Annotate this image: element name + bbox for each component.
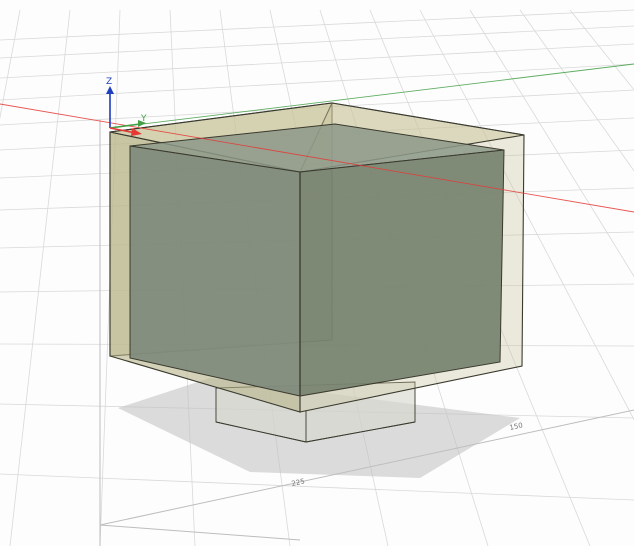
z-axis-label: Z bbox=[106, 77, 112, 87]
y-axis-label: Y bbox=[140, 114, 147, 124]
ruler-label-right: 150 bbox=[509, 421, 524, 432]
axis-triad: Z Y bbox=[106, 77, 147, 136]
3d-viewport[interactable]: Z Y 150 225 bbox=[0, 0, 634, 546]
inner-block[interactable] bbox=[129, 123, 505, 397]
scene-canvas[interactable]: Z Y 150 225 bbox=[0, 0, 634, 546]
z-arrow-head-icon bbox=[106, 86, 114, 94]
